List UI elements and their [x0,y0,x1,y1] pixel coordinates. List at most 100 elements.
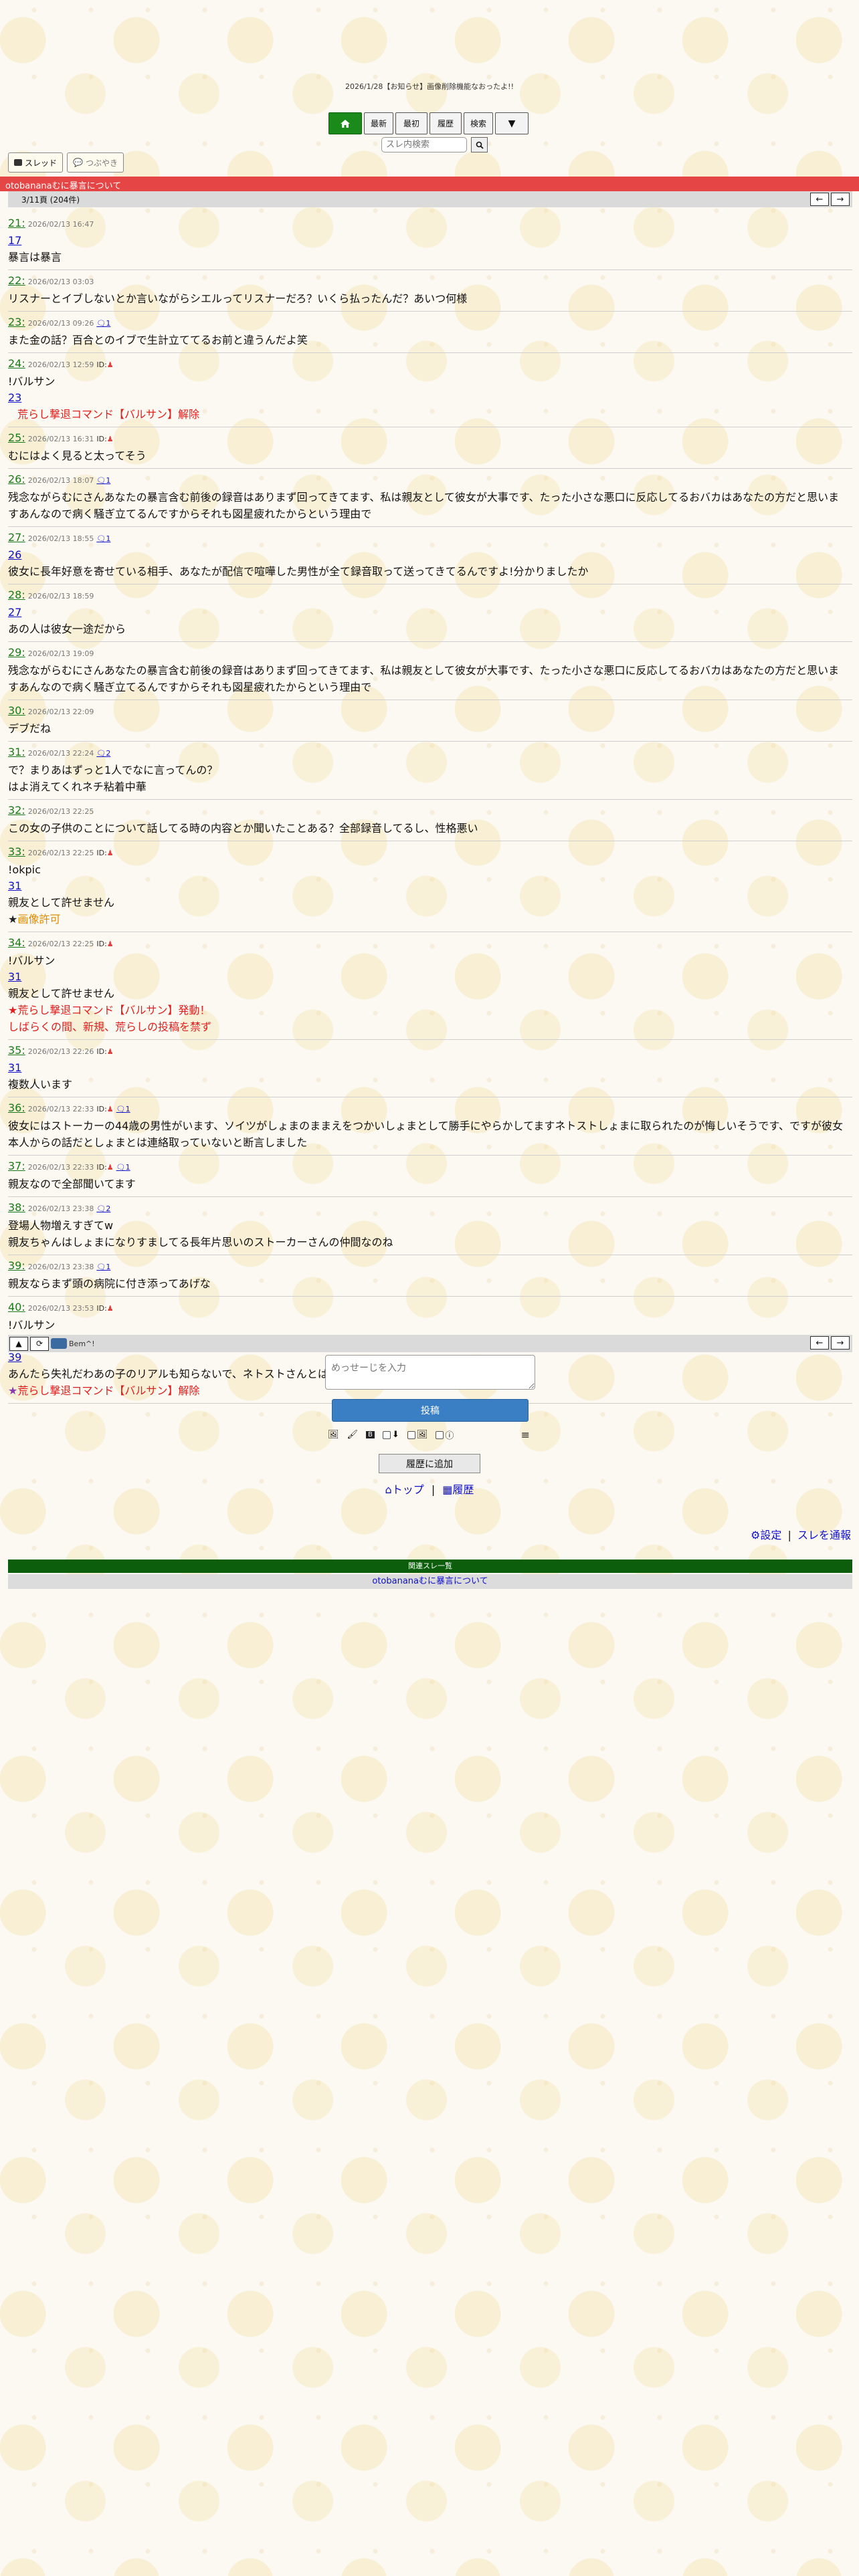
post-header: 22: 2026/02/13 03:03 [8,273,852,290]
post-header: 25: 2026/02/13 16:31 ID:♟ [8,430,852,447]
post-number[interactable]: 33: [8,845,25,858]
reply-count[interactable]: 🗨1 [96,476,110,485]
post-number[interactable]: 25: [8,431,25,444]
reply-count-number: 1 [106,1263,111,1271]
post-text: 彼女にはストーカーの44歳の男性がいます、ソイツがしょまのままえをつかいしょまと… [8,1119,844,1132]
format-icon[interactable]: B [366,1431,375,1438]
report-link[interactable]: スレを通報 [797,1529,851,1541]
thread-search-input[interactable] [381,137,467,152]
post-text: すあんなので病く騒ぎ立てるんですからそれも図星疲れたからという理由で [8,508,372,520]
user-icon: ♟ [106,1304,114,1313]
nav-more-button[interactable]: ▼ [495,112,529,134]
post-number[interactable]: 23: [8,316,25,328]
scroll-top-button[interactable]: ▲ [9,1336,28,1351]
reply-count[interactable]: 🗨1 [96,1263,110,1271]
history-link[interactable]: ▦履歴 [442,1483,474,1496]
sage-option[interactable]: ⬇ [382,1430,399,1440]
reply-count[interactable]: 🗨1 [116,1105,130,1113]
post-date: 2026/02/13 03:03 [27,278,94,286]
related-thread-item[interactable]: otobananaむに暴言について [8,1574,852,1589]
nav-search-button[interactable]: 検索 [464,112,493,134]
reply-count[interactable]: 🗨1 [116,1163,130,1172]
post-number[interactable]: 36: [8,1101,25,1114]
image-checkbox[interactable] [407,1430,415,1439]
post-date: 2026/02/13 22:09 [27,708,94,716]
post-header: 33: 2026/02/13 22:25 ID:♟ [8,844,852,861]
nav-first-button[interactable]: 最初 [395,112,427,134]
sage-checkbox[interactable] [382,1430,391,1439]
emoji-button[interactable]: Bem^! [51,1338,95,1349]
add-to-history-button[interactable]: 履歴に追加 [379,1454,480,1473]
reply-anchor[interactable]: 26 [8,547,852,563]
post-number[interactable]: 31: [8,746,25,758]
prev-page-button[interactable]: ← [810,193,829,206]
post-id: ID: [96,435,107,443]
emoji-icon [51,1338,67,1349]
reload-button[interactable]: ⟳ [30,1336,49,1351]
system-message: ★荒らし撃退コマンド【バルサン】発動！ [8,1004,211,1016]
post-header: 26: 2026/02/13 18:07 🗨1 [8,471,852,489]
menu-icon[interactable]: ≡ [521,1428,530,1441]
top-link[interactable]: ⌂トップ [385,1483,424,1496]
post-header: 40: 2026/02/13 23:53 ID:♟ [8,1299,852,1317]
post-date: 2026/02/13 22:25 [27,807,94,816]
triangle-up-icon: ▲ [15,1339,22,1348]
reply-count[interactable]: 🗨2 [96,1204,110,1213]
brush-icon[interactable]: 🖌 [347,1430,359,1440]
reply-count[interactable]: 🗨2 [96,749,110,758]
next-page-button[interactable]: → [831,193,850,206]
mode-thread-button[interactable]: スレッド [8,152,64,173]
thread-search-button[interactable] [471,137,488,152]
post-number[interactable]: 28: [8,588,25,601]
reply-count-number: 2 [106,1204,111,1213]
notice-text: 2026/1/28【お知らせ】画像削除機能なおったよ!! [345,82,514,91]
settings-link[interactable]: ⚙設定 [751,1529,781,1541]
bottom-prev-page-button[interactable]: ← [810,1336,829,1350]
compose-form: 投稿 🖼 🖌 B ⬇ 🖼 ⓘ ≡ [324,1354,538,1447]
post-number[interactable]: 30: [8,704,25,717]
nav-latest-button[interactable]: 最新 [364,112,393,134]
home-button[interactable] [328,112,362,134]
user-icon: ♟ [106,1163,114,1172]
post-number[interactable]: 40: [8,1301,25,1313]
reply-anchor[interactable]: 31 [8,878,852,894]
post-item: 34: 2026/02/13 22:25 ID:♟ !バルサン 31 親友として許せません… [8,932,852,1040]
reply-anchor[interactable]: 31 [8,1060,852,1076]
compose-tools: 🖼 🖌 B ⬇ 🖼 ⓘ ≡ [328,1428,534,1441]
post-number[interactable]: 22: [8,274,25,287]
user-icon: ♟ [106,940,114,948]
image-upload-icon[interactable]: 🖼 [328,1430,339,1440]
post-number[interactable]: 26: [8,473,25,486]
user-icon: ♟ [106,435,114,443]
reply-count[interactable]: 🗨1 [96,319,110,328]
related-thread-link[interactable]: otobananaむに暴言について [372,1576,488,1586]
submit-button[interactable]: 投稿 [332,1399,529,1422]
user-icon: ♟ [106,1047,114,1056]
reply-count[interactable]: 🗨1 [96,534,110,543]
post-number[interactable]: 37: [8,1160,25,1172]
post-number[interactable]: 27: [8,531,25,544]
bottom-next-page-button[interactable]: → [831,1336,850,1350]
reply-anchor[interactable]: 17 [8,233,852,249]
history-link-label: 履歴 [452,1483,474,1496]
reply-anchor[interactable]: 31 [8,969,852,985]
mode-tweet-button[interactable]: 💬 つぶやき [67,152,124,173]
id-checkbox[interactable] [436,1430,444,1439]
user-icon: ♟ [106,360,114,369]
post-number[interactable]: 38: [8,1201,25,1214]
post-number[interactable]: 35: [8,1044,25,1057]
post-number[interactable]: 34: [8,936,25,949]
star-icon: ★ [8,1384,18,1397]
id-option[interactable]: ⓘ [436,1428,454,1441]
post-text: リスナーとイブしないとか言いながらシエルってリスナーだろ？いくら払ったんだ？あい… [8,292,468,305]
nav-history-button[interactable]: 履歴 [430,112,462,134]
reply-anchor[interactable]: 27 [8,605,852,621]
image-option[interactable]: 🖼 [407,1430,427,1440]
post-number[interactable]: 24: [8,357,25,370]
post-number[interactable]: 32: [8,804,25,817]
post-number[interactable]: 29: [8,646,25,659]
post-number[interactable]: 39: [8,1259,25,1272]
message-input[interactable] [325,1355,535,1390]
post-number[interactable]: 21: [8,217,25,229]
reply-anchor[interactable]: 23 [8,390,852,406]
